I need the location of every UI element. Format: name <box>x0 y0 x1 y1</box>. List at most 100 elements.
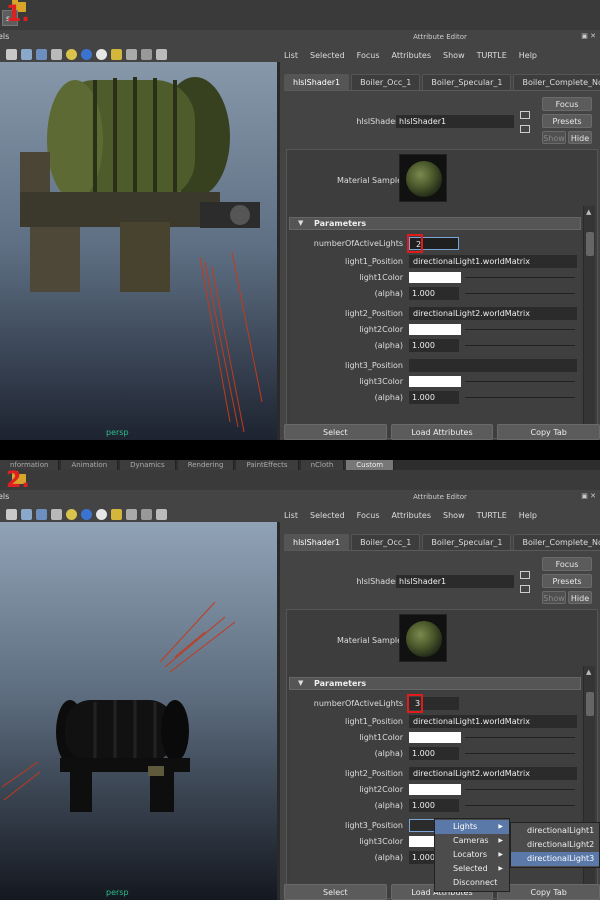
wireframe-cube-icon[interactable] <box>6 508 17 520</box>
xray-icon[interactable] <box>126 508 137 520</box>
menu-turtle[interactable]: TURTLE <box>477 511 507 520</box>
focus-button[interactable]: Focus <box>542 97 592 111</box>
input-connection-icon[interactable] <box>520 111 530 119</box>
hide-button[interactable]: Hide <box>568 131 592 144</box>
light2-alpha-slider[interactable] <box>465 345 575 346</box>
tab-boiler-specular[interactable]: Boiler_Specular_1 <box>422 74 512 90</box>
menu-list[interactable]: List <box>284 51 298 60</box>
light1-color-slider[interactable] <box>465 737 575 738</box>
menu-show[interactable]: Show <box>443 511 465 520</box>
window-buttons[interactable]: ▣ ✕ <box>581 32 596 40</box>
tab-boiler-specular[interactable]: Boiler_Specular_1 <box>422 534 512 550</box>
light3-position-field[interactable] <box>409 359 577 372</box>
light2-position-field[interactable]: directionalLight2.worldMatrix <box>409 767 577 780</box>
light1-color-swatch[interactable] <box>409 272 461 283</box>
graph-icon[interactable] <box>156 48 167 60</box>
light1-color-swatch[interactable] <box>409 732 461 743</box>
shelf-tab[interactable]: Rendering <box>177 460 235 470</box>
layout-icon[interactable] <box>141 48 152 60</box>
light2-position-field[interactable]: directionalLight2.worldMatrix <box>409 307 577 320</box>
select-button[interactable]: Select <box>284 424 387 440</box>
show-button[interactable]: Show <box>542 591 566 604</box>
shadows-icon[interactable] <box>81 508 92 520</box>
menu-item-cameras[interactable]: Cameras ▶ <box>435 834 509 848</box>
light1-position-field[interactable]: directionalLight1.worldMatrix <box>409 715 577 728</box>
shader-name-field[interactable]: hlslShader1 <box>396 575 514 588</box>
copy-tab-button[interactable]: Copy Tab <box>497 884 600 900</box>
light3-alpha-field[interactable]: 1.000 <box>409 391 459 404</box>
submenu-item-directionallight3[interactable]: directionalLight3 <box>511 852 599 866</box>
window-buttons[interactable]: ▣ ✕ <box>581 492 596 500</box>
menu-selected[interactable]: Selected <box>310 511 345 520</box>
input-connection-icon[interactable] <box>520 571 530 579</box>
scroll-up-icon[interactable]: ▲ <box>586 668 591 676</box>
submenu-item-directionallight2[interactable]: directionalLight2 <box>511 838 599 852</box>
light2-alpha-field[interactable]: 1.000 <box>409 799 459 812</box>
light3-color-swatch[interactable] <box>409 376 461 387</box>
menu-selected[interactable]: Selected <box>310 51 345 60</box>
tab-boiler-occ[interactable]: Boiler_Occ_1 <box>351 74 421 90</box>
presets-button[interactable]: Presets <box>542 114 592 128</box>
tab-boiler-occ[interactable]: Boiler_Occ_1 <box>351 534 421 550</box>
wireframe-on-shaded-icon[interactable] <box>36 48 47 60</box>
load-attributes-button[interactable]: Load Attributes <box>390 424 494 440</box>
output-connection-icon[interactable] <box>520 585 530 593</box>
perspective-viewport[interactable]: persp <box>0 522 277 900</box>
light1-alpha-slider[interactable] <box>465 293 575 294</box>
presets-button[interactable]: Presets <box>542 574 592 588</box>
textured-icon[interactable] <box>51 48 62 60</box>
menu-help[interactable]: Help <box>519 51 537 60</box>
isolate-select-icon[interactable] <box>111 508 122 520</box>
shader-name-field[interactable]: hlslShader1 <box>396 115 514 128</box>
default-light-icon[interactable] <box>96 48 107 60</box>
light2-alpha-field[interactable]: 1.000 <box>409 339 459 352</box>
menu-focus[interactable]: Focus <box>357 51 380 60</box>
light2-color-swatch[interactable] <box>409 324 461 335</box>
menu-item-selected[interactable]: Selected ▶ <box>435 862 509 876</box>
submenu-item-directionallight1[interactable]: directionalLight1 <box>511 824 599 838</box>
menu-attributes[interactable]: Attributes <box>392 511 432 520</box>
light3-alpha-slider[interactable] <box>465 397 575 398</box>
panels-menu[interactable]: els <box>0 492 9 501</box>
shadows-icon[interactable] <box>81 48 92 60</box>
scroll-up-icon[interactable]: ▲ <box>586 208 591 216</box>
menu-item-locators[interactable]: Locators ▶ <box>435 848 509 862</box>
menu-show[interactable]: Show <box>443 51 465 60</box>
textured-icon[interactable] <box>51 508 62 520</box>
light3-color-slider[interactable] <box>465 381 575 382</box>
default-light-icon[interactable] <box>96 508 107 520</box>
scroll-thumb[interactable] <box>586 232 594 256</box>
light1-alpha-field[interactable]: 1.000 <box>409 287 459 300</box>
graph-icon[interactable] <box>156 508 167 520</box>
focus-button[interactable]: Focus <box>542 557 592 571</box>
smooth-shade-icon[interactable] <box>21 48 32 60</box>
menu-item-disconnect[interactable]: Disconnect <box>435 876 509 890</box>
shelf-tab[interactable]: Animation <box>61 460 119 470</box>
menu-help[interactable]: Help <box>519 511 537 520</box>
shelf-tab[interactable]: nCloth <box>300 460 345 470</box>
parameters-scrollbar[interactable]: ▲ ▼ <box>583 206 595 436</box>
perspective-viewport[interactable]: persp <box>0 62 277 440</box>
smooth-shade-icon[interactable] <box>21 508 32 520</box>
isolate-select-icon[interactable] <box>111 48 122 60</box>
light2-color-swatch[interactable] <box>409 784 461 795</box>
tab-boiler-complete-normal[interactable]: Boiler_Complete_Norr <box>513 74 600 90</box>
menu-attributes[interactable]: Attributes <box>392 51 432 60</box>
wireframe-cube-icon[interactable] <box>6 48 17 60</box>
panels-menu[interactable]: els <box>0 32 9 41</box>
select-button[interactable]: Select <box>284 884 387 900</box>
copy-tab-button[interactable]: Copy Tab <box>497 424 600 440</box>
light2-alpha-slider[interactable] <box>465 805 575 806</box>
tab-hlslshader1[interactable]: hlslShader1 <box>284 74 350 90</box>
lighting-icon[interactable] <box>66 48 77 60</box>
wireframe-on-shaded-icon[interactable] <box>36 508 47 520</box>
menu-turtle[interactable]: TURTLE <box>477 51 507 60</box>
light1-alpha-field[interactable]: 1.000 <box>409 747 459 760</box>
show-button[interactable]: Show <box>542 131 566 144</box>
output-connection-icon[interactable] <box>520 125 530 133</box>
hide-button[interactable]: Hide <box>568 591 592 604</box>
light1-alpha-slider[interactable] <box>465 753 575 754</box>
layout-icon[interactable] <box>141 508 152 520</box>
tab-hlslshader1[interactable]: hlslShader1 <box>284 534 350 550</box>
light1-color-slider[interactable] <box>465 277 575 278</box>
